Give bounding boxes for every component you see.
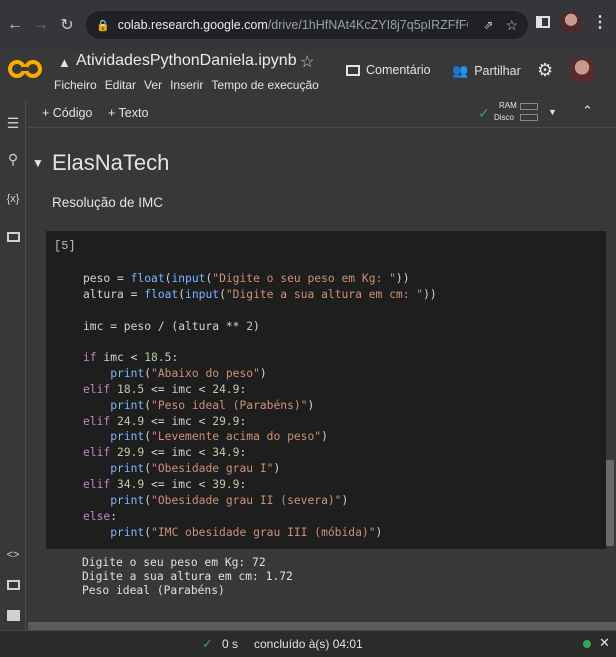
lock-icon: 🔒 <box>96 19 110 32</box>
output-line: Digite a sua altura em cm: 1.72 <box>82 570 293 584</box>
reload-icon[interactable]: ↻ <box>56 14 78 36</box>
variables-icon[interactable]: {x} <box>4 190 22 208</box>
url-text: colab.research.google.com/drive/1hHfNAt4… <box>117 18 468 32</box>
forward-icon[interactable]: → <box>30 14 52 36</box>
collapse-chevron-icon[interactable]: ⌃ <box>582 103 593 119</box>
close-status-icon[interactable]: ✕ <box>599 635 610 651</box>
section-collapse-icon[interactable]: ▼ <box>32 156 44 170</box>
comment-icon <box>346 64 360 76</box>
horizontal-scrollbar[interactable] <box>28 622 616 630</box>
left-sidebar: ☰ ⚲ {x} <> <box>0 100 26 634</box>
menu-ficheiro[interactable]: Ficheiro <box>54 78 97 92</box>
colab-logo-icon <box>8 60 42 78</box>
code-snippets-icon[interactable]: <> <box>4 546 22 564</box>
execution-time: 0 s <box>222 637 239 651</box>
toc-icon[interactable]: ☰ <box>4 114 22 132</box>
ram-bar <box>520 103 538 110</box>
status-dot-icon <box>583 640 591 648</box>
back-icon[interactable]: ← <box>4 14 26 36</box>
drive-icon: ▲ <box>58 55 71 70</box>
output-line: Peso ideal (Parabéns) <box>82 584 225 598</box>
runtime-dropdown-icon[interactable]: ▼ <box>548 107 557 117</box>
browser-toolbar: ← → ↻ 🔒 colab.research.google.com/drive/… <box>0 0 616 50</box>
notebook-toolbar: + Código + Texto ✓ RAM Disco ▼ ⌃ <box>28 100 616 128</box>
share-page-icon[interactable]: ⇗ <box>483 18 493 32</box>
status-bar: ✓ 0 s concluído à(s) 04:01 ✕ <box>0 630 616 657</box>
comment-button[interactable]: Comentário <box>346 63 431 77</box>
star-icon[interactable]: ☆ <box>300 52 314 72</box>
output-line: Digite o seu peso em Kg: 72 <box>82 556 266 569</box>
command-palette-icon[interactable] <box>4 576 22 594</box>
menu-editar[interactable]: Editar <box>105 78 136 92</box>
profile-avatar[interactable] <box>560 11 582 33</box>
add-code-button[interactable]: + Código <box>42 106 92 120</box>
cell-output: Digite o seu peso em Kg: 72 Digite a sua… <box>82 556 293 599</box>
add-text-button[interactable]: + Texto <box>108 106 148 120</box>
sidepanel-icon[interactable] <box>536 16 550 28</box>
settings-gear-icon[interactable]: ⚙ <box>537 60 553 81</box>
vertical-scrollbar[interactable] <box>606 460 614 546</box>
menu-tempo-execucao[interactable]: Tempo de execução <box>211 78 318 92</box>
status-check-icon: ✓ <box>202 636 213 651</box>
code-editor[interactable]: peso = float(input("Digite o seu peso em… <box>83 271 437 540</box>
execution-count[interactable]: [5] <box>54 239 76 253</box>
search-icon[interactable]: ⚲ <box>4 150 22 168</box>
doc-title[interactable]: AtividadesPythonDaniela.ipynb <box>76 52 297 70</box>
share-button[interactable]: 👥 Partilhar <box>452 63 521 79</box>
files-folder-icon[interactable] <box>4 228 22 246</box>
more-menu-icon[interactable]: ⋮ <box>592 12 608 32</box>
terminal-icon[interactable] <box>4 606 22 624</box>
code-cell[interactable]: [5] peso = float(input("Digite o seu pes… <box>46 231 606 549</box>
address-bar[interactable]: 🔒 colab.research.google.com/drive/1hHfNA… <box>86 11 528 39</box>
menu-bar: Ficheiro Editar Ver Inserir Tempo de exe… <box>54 78 319 92</box>
people-icon: 👥 <box>452 63 469 78</box>
completion-time: concluído à(s) 04:01 <box>254 637 363 651</box>
browser-actions: ⋮ <box>536 11 616 33</box>
bookmark-star-icon[interactable]: ☆ <box>505 17 518 34</box>
menu-inserir[interactable]: Inserir <box>170 78 203 92</box>
section-heading: ElasNaTech <box>52 150 170 175</box>
user-avatar[interactable] <box>569 57 595 83</box>
connected-check-icon: ✓ <box>478 105 490 121</box>
section-description: Resolução de IMC <box>52 195 164 210</box>
menu-ver[interactable]: Ver <box>144 78 162 92</box>
resource-meter[interactable]: RAM Disco <box>494 101 542 125</box>
disk-bar <box>520 114 538 121</box>
